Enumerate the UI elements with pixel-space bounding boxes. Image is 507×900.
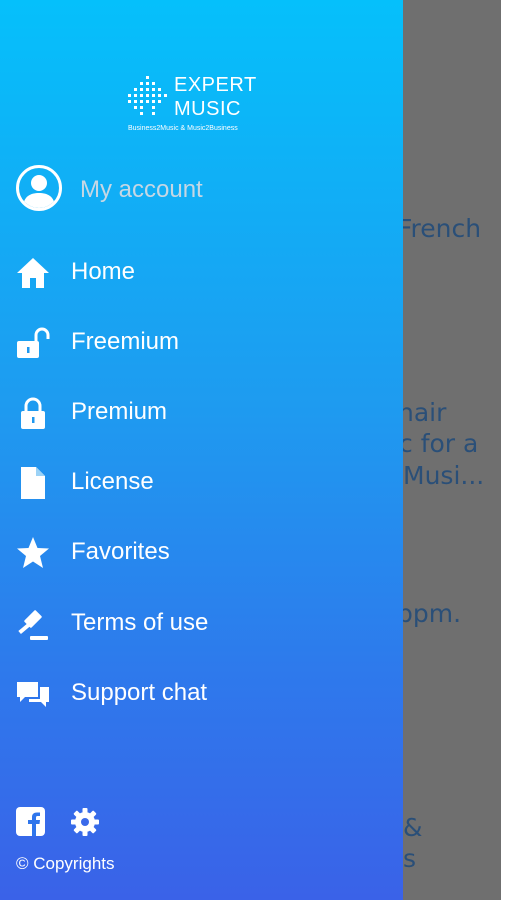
- menu-item-support-chat[interactable]: Support chat: [0, 663, 403, 723]
- my-account-item[interactable]: My account: [16, 165, 376, 219]
- equalizer-logo-icon: [128, 76, 167, 115]
- unlocked-padlock-icon: [17, 327, 50, 358]
- chat-bubbles-icon: [17, 682, 49, 707]
- gavel-icon: [18, 610, 48, 640]
- background-text: French: [403, 214, 482, 243]
- menu-item-freemium[interactable]: Freemium: [0, 312, 403, 372]
- background-content-overlay[interactable]: French hair c for a Musi... ppm. & s: [403, 0, 501, 900]
- menu-label: Home: [71, 258, 136, 285]
- user-avatar-icon: [16, 165, 62, 211]
- document-icon: [21, 467, 45, 499]
- home-icon: [17, 258, 49, 288]
- navigation-drawer: EXPERT MUSIC Business2Music & Music2Busi…: [0, 0, 403, 900]
- menu-label: Premium: [71, 398, 168, 425]
- menu-label: Support chat: [71, 679, 208, 706]
- menu-item-premium[interactable]: Premium: [0, 382, 403, 442]
- menu-item-license[interactable]: License: [0, 452, 403, 512]
- facebook-icon[interactable]: [16, 807, 45, 836]
- menu-label: Terms of use: [71, 609, 209, 636]
- locked-padlock-icon: [21, 397, 45, 429]
- my-account-label: My account: [80, 176, 203, 203]
- menu-item-home[interactable]: Home: [0, 242, 403, 302]
- app-logo: EXPERT MUSIC Business2Music & Music2Busi…: [126, 72, 256, 138]
- background-text: hair: [403, 398, 447, 427]
- background-text: &: [403, 813, 423, 842]
- background-edge: [501, 0, 507, 900]
- background-text: c for a: [403, 429, 479, 458]
- background-text: ppm.: [403, 599, 462, 628]
- menu-label: Freemium: [71, 328, 180, 355]
- menu-label: License: [71, 468, 154, 495]
- menu-label: Favorites: [71, 538, 170, 565]
- logo-word-music: MUSIC: [174, 98, 241, 120]
- menu-item-terms-of-use[interactable]: Terms of use: [0, 593, 403, 653]
- background-text: Musi...: [403, 461, 485, 490]
- copyright-text: © Copyrights: [16, 854, 115, 873]
- menu-item-favorites[interactable]: Favorites: [0, 522, 403, 582]
- background-text: s: [403, 844, 417, 873]
- logo-word-expert: EXPERT: [174, 74, 257, 96]
- star-icon: [17, 537, 49, 568]
- gear-icon[interactable]: [70, 807, 100, 837]
- logo-tagline: Business2Music & Music2Business: [128, 125, 238, 132]
